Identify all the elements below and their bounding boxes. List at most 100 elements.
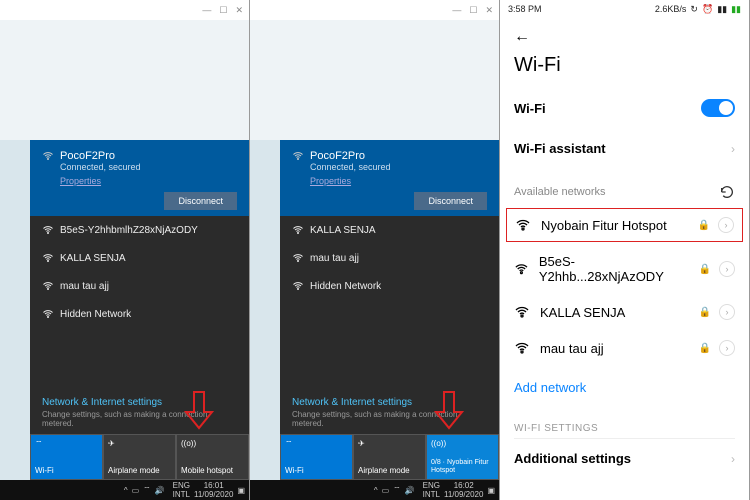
clock[interactable]: 16:0211/09/2020 [444,481,483,499]
properties-link[interactable]: Properties [60,176,237,186]
maximize-icon[interactable]: ☐ [219,5,227,16]
sound-icon[interactable]: 🔊 [405,486,415,495]
connected-network[interactable]: PocoF2Pro Connected, secured Properties … [280,140,499,216]
tray-up-icon[interactable]: ^ [374,486,378,495]
notifications-icon[interactable]: ▣ [237,486,245,495]
chevron-right-icon[interactable]: › [719,340,735,356]
minimize-icon[interactable]: — [202,5,211,15]
network-settings-link[interactable]: Network & Internet settings [30,391,249,410]
language-indicator[interactable]: ENGINTL [423,481,440,499]
taskbar[interactable]: ^ ▭⌔ 🔊 ENGINTL 16:0111/09/2020 ▣ [0,480,249,500]
network-item[interactable]: B5eS-Y2hhbmlhZ28xNjAzODY [30,216,249,244]
hotspot-icon: ((o)) [431,439,446,448]
connected-status: Connected, secured [60,162,237,172]
language-indicator[interactable]: ENGINTL [173,481,190,499]
wifi-tray-icon[interactable]: ⌔ [143,485,151,495]
clock[interactable]: 16:0111/09/2020 [194,481,233,499]
hotspot-icon: ((o)) [181,439,196,448]
tile-hotspot[interactable]: ((o))0/8 · Nyobain Fitur Hotspot [426,434,499,480]
tile-hotspot[interactable]: ((o))Mobile hotspot [176,434,249,480]
signal-icon: ▮▮ [717,4,727,15]
available-networks-list: KALLA SENJA mau tau ajj Hidden Network [280,216,499,391]
disconnect-button[interactable]: Disconnect [164,192,237,210]
battery-icon[interactable]: ▭ [132,486,140,495]
close-icon[interactable]: ✕ [485,5,493,16]
windows-panel-left: — ☐ ✕ PocoF2Pro Connected, secured Prope… [0,0,250,500]
quick-tiles: ⌔Wi-Fi ✈Airplane mode ((o))Mobile hotspo… [30,434,249,480]
header: ← [500,18,749,50]
wifi-icon [514,261,529,277]
window-chrome: — ☐ ✕ [250,0,499,140]
status-speed: 2.6KB/s [655,4,687,14]
chevron-right-icon[interactable]: › [718,217,734,233]
wifi-assistant-row[interactable]: Wi-Fi assistant › [500,129,749,168]
wifi-icon [42,308,54,320]
connected-ssid: PocoF2Pro [310,150,365,162]
tray-icons[interactable]: ^ ▭⌔ 🔊 [374,485,415,495]
taskbar[interactable]: ^ ▭⌔ 🔊 ENGINTL 16:0211/09/2020 ▣ [250,480,499,500]
notifications-icon[interactable]: ▣ [487,486,495,495]
tile-airplane[interactable]: ✈Airplane mode [353,434,426,480]
network-item[interactable]: KALLA SENJA [30,244,249,272]
wifi-secure-icon [42,224,54,236]
network-row[interactable]: KALLA SENJA 🔒› [500,294,749,330]
battery-icon: ▮▮ [731,4,741,15]
refresh-icon[interactable] [719,184,735,200]
airplane-icon: ✈ [358,439,365,448]
network-settings-sub: Change settings, such as making a connec… [280,410,499,434]
page-title: Wi-Fi [500,50,749,87]
wifi-icon: ⌔ [35,439,43,449]
tray-icons[interactable]: ^ ▭⌔ 🔊 [124,485,165,495]
connected-network[interactable]: PocoF2Pro Connected, secured Properties … [30,140,249,216]
tray-up-icon[interactable]: ^ [124,486,128,495]
lock-icon: 🔒 [699,343,711,354]
network-item[interactable]: mau tau ajj [280,244,499,272]
network-item[interactable]: Hidden Network [30,300,249,328]
wifi-toggle[interactable] [701,99,735,117]
lock-icon: 🔒 [699,307,711,318]
chevron-right-icon[interactable]: › [719,261,735,277]
lock-icon: 🔒 [699,264,711,275]
wifi-secure-icon [42,280,54,292]
additional-settings-row[interactable]: Additional settings › [500,439,749,478]
add-network-link[interactable]: Add network [500,366,749,409]
network-item[interactable]: KALLA SENJA [280,216,499,244]
wifi-icon: ⌔ [285,439,293,449]
minimize-icon[interactable]: — [452,5,461,15]
status-time: 3:58 PM [508,4,542,14]
disconnect-button[interactable]: Disconnect [414,192,487,210]
network-row[interactable]: B5eS-Y2hhb...28xNjAzODY 🔒› [500,244,749,294]
status-bar: 3:58 PM 2.6KB/s ↻ ⏰ ▮▮ ▮▮ [500,0,749,18]
chevron-right-icon[interactable]: › [719,304,735,320]
airplane-icon: ✈ [108,439,115,448]
sound-icon[interactable]: 🔊 [155,486,165,495]
quick-tiles: ⌔Wi-Fi ✈Airplane mode ((o))0/8 · Nyobain… [280,434,499,480]
network-row[interactable]: mau tau ajj 🔒› [500,330,749,366]
window-chrome: — ☐ ✕ [0,0,249,140]
network-row-highlighted[interactable]: Nyobain Fitur Hotspot 🔒› [506,208,743,242]
section-label: WI-FI SETTINGS [500,409,749,438]
available-networks-list: B5eS-Y2hhbmlhZ28xNjAzODY KALLA SENJA mau… [30,216,249,391]
tile-wifi[interactable]: ⌔Wi-Fi [280,434,353,480]
close-icon[interactable]: ✕ [235,5,243,16]
maximize-icon[interactable]: ☐ [469,5,477,16]
wifi-tray-icon[interactable]: ⌔ [393,485,401,495]
tile-airplane[interactable]: ✈Airplane mode [103,434,176,480]
tile-wifi[interactable]: ⌔Wi-Fi [30,434,103,480]
network-item[interactable]: mau tau ajj [30,272,249,300]
wifi-icon [42,150,54,162]
chevron-right-icon: › [731,452,735,466]
back-button[interactable]: ← [514,28,530,45]
wifi-secure-icon [42,252,54,264]
connected-ssid: PocoF2Pro [60,150,115,162]
battery-icon[interactable]: ▭ [382,486,390,495]
wifi-icon [292,280,304,292]
properties-link[interactable]: Properties [310,176,487,186]
wifi-toggle-row[interactable]: Wi-Fi [500,87,749,129]
network-item[interactable]: Hidden Network [280,272,499,300]
network-settings-link[interactable]: Network & Internet settings [280,391,499,410]
network-flyout: PocoF2Pro Connected, secured Properties … [280,140,499,480]
titlebar: — ☐ ✕ [0,0,249,20]
wifi-icon [292,150,304,162]
lock-icon: 🔒 [698,220,710,231]
